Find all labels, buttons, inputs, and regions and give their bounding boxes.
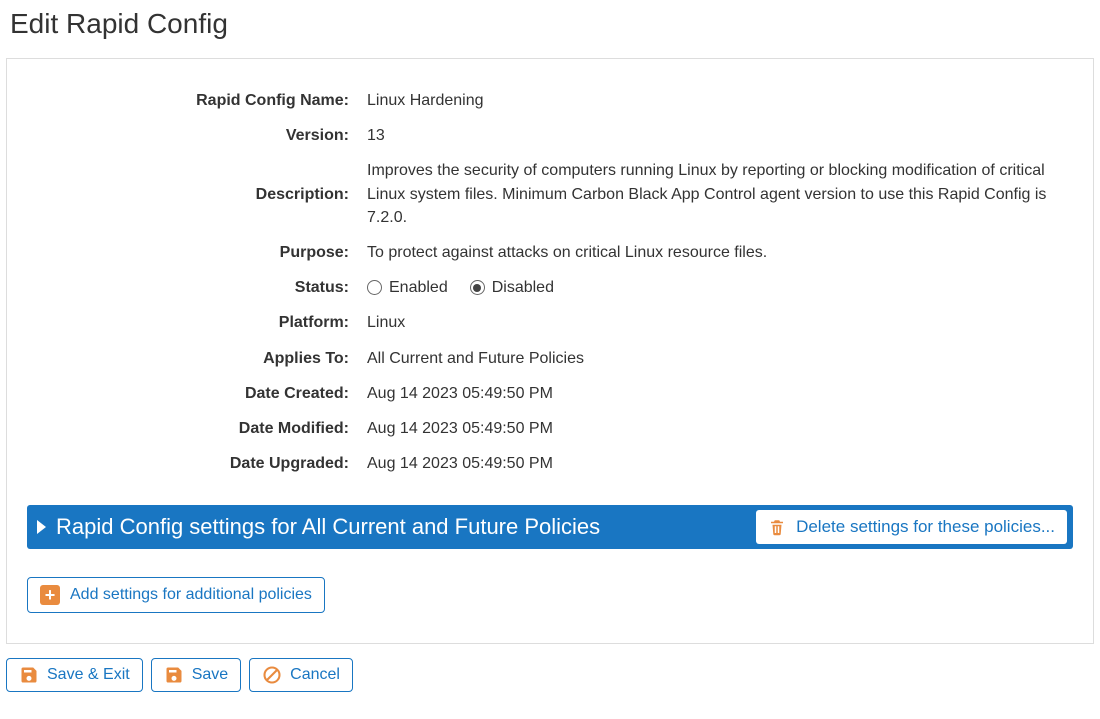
trash-icon xyxy=(768,517,786,537)
label-version: Version: xyxy=(27,124,367,147)
label-purpose: Purpose: xyxy=(27,241,367,264)
settings-expand-toggle[interactable]: Rapid Config settings for All Current an… xyxy=(27,505,750,549)
save-icon xyxy=(164,665,184,685)
save-exit-button[interactable]: Save & Exit xyxy=(6,658,143,692)
status-radio-group: Enabled Disabled xyxy=(367,276,1073,299)
main-panel: Rapid Config Name: Linux Hardening Versi… xyxy=(6,58,1094,644)
label-date-modified: Date Modified: xyxy=(27,417,367,440)
settings-bar-title: Rapid Config settings for All Current an… xyxy=(56,514,600,540)
row-date-upgraded: Date Upgraded: Aug 14 2023 05:49:50 PM xyxy=(27,452,1073,475)
row-platform: Platform: Linux xyxy=(27,311,1073,334)
delete-settings-label: Delete settings for these policies... xyxy=(796,517,1055,537)
value-version: 13 xyxy=(367,124,1073,147)
label-name: Rapid Config Name: xyxy=(27,89,367,112)
status-disabled-label: Disabled xyxy=(492,276,554,299)
status-disabled-radio[interactable]: Disabled xyxy=(470,276,554,299)
settings-bar: Rapid Config settings for All Current an… xyxy=(27,505,1073,549)
row-status: Status: Enabled Disabled xyxy=(27,276,1073,299)
cancel-icon xyxy=(262,665,282,685)
action-bar: Save & Exit Save Cancel xyxy=(6,658,1094,692)
row-date-modified: Date Modified: Aug 14 2023 05:49:50 PM xyxy=(27,417,1073,440)
add-settings-button[interactable]: + Add settings for additional policies xyxy=(27,577,325,613)
radio-icon xyxy=(367,280,382,295)
label-date-created: Date Created: xyxy=(27,382,367,405)
row-name: Rapid Config Name: Linux Hardening xyxy=(27,89,1073,112)
value-date-modified: Aug 14 2023 05:49:50 PM xyxy=(367,417,1073,440)
cancel-label: Cancel xyxy=(290,666,340,684)
value-purpose: To protect against attacks on critical L… xyxy=(367,241,1073,264)
save-button[interactable]: Save xyxy=(151,658,241,692)
delete-settings-button[interactable]: Delete settings for these policies... xyxy=(756,510,1067,544)
page-title: Edit Rapid Config xyxy=(10,8,1100,40)
label-applies-to: Applies To: xyxy=(27,347,367,370)
row-version: Version: 13 xyxy=(27,124,1073,147)
row-description: Description: Improves the security of co… xyxy=(27,159,1073,229)
label-date-upgraded: Date Upgraded: xyxy=(27,452,367,475)
label-status: Status: xyxy=(27,276,367,299)
cancel-button[interactable]: Cancel xyxy=(249,658,353,692)
value-date-upgraded: Aug 14 2023 05:49:50 PM xyxy=(367,452,1073,475)
save-exit-label: Save & Exit xyxy=(47,666,130,684)
row-date-created: Date Created: Aug 14 2023 05:49:50 PM xyxy=(27,382,1073,405)
save-label: Save xyxy=(192,666,228,684)
value-date-created: Aug 14 2023 05:49:50 PM xyxy=(367,382,1073,405)
value-applies-to: All Current and Future Policies xyxy=(367,347,1073,370)
row-purpose: Purpose: To protect against attacks on c… xyxy=(27,241,1073,264)
value-platform: Linux xyxy=(367,311,1073,334)
radio-icon-selected xyxy=(470,280,485,295)
plus-icon: + xyxy=(40,585,60,605)
add-settings-label: Add settings for additional policies xyxy=(70,586,312,604)
label-platform: Platform: xyxy=(27,311,367,334)
status-enabled-label: Enabled xyxy=(389,276,448,299)
status-enabled-radio[interactable]: Enabled xyxy=(367,276,448,299)
save-icon xyxy=(19,665,39,685)
value-name: Linux Hardening xyxy=(367,89,1073,112)
chevron-right-icon xyxy=(37,520,46,534)
label-description: Description: xyxy=(27,183,367,206)
value-description: Improves the security of computers runni… xyxy=(367,159,1073,229)
row-applies-to: Applies To: All Current and Future Polic… xyxy=(27,347,1073,370)
